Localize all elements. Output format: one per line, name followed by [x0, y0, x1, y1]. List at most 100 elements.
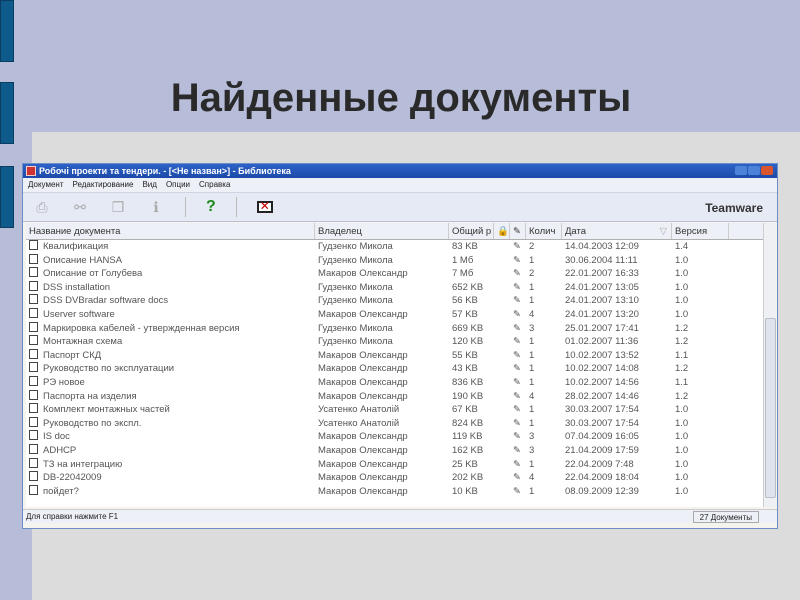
doc-count: 4 — [529, 308, 535, 320]
help-icon[interactable]: ? — [206, 198, 216, 216]
document-icon — [29, 457, 38, 468]
table-row[interactable]: ADHCP Макаров Олександр 162 KB ✎ 3 21.04… — [26, 443, 763, 458]
doc-size: 190 KB — [452, 390, 484, 402]
menu-document[interactable]: Документ — [28, 178, 64, 192]
menu-bar: Документ Редактирование Вид Опции Справк… — [23, 178, 777, 192]
table-row[interactable]: пойдет? Макаров Олександр 10 KB ✎ 1 08.0… — [26, 484, 763, 499]
table-row[interactable]: РЭ новое Макаров Олександр 836 KB ✎ 1 10… — [26, 375, 763, 390]
doc-count: 1 — [529, 281, 535, 293]
doc-name: Описание HANSA — [26, 253, 315, 268]
table-row[interactable]: Монтажная схема Гудзенко Микола 120 KB ✎… — [26, 335, 763, 349]
col-edit[interactable]: ✎ — [510, 223, 526, 239]
document-icon — [29, 321, 38, 332]
table-row[interactable]: Описание HANSA Гудзенко Микола 1 Мб ✎ 1 … — [26, 253, 763, 268]
decor-bar — [0, 0, 14, 62]
doc-name: пойдет? — [26, 484, 315, 499]
pen-icon: ✎ — [513, 336, 521, 348]
menu-options[interactable]: Опции — [166, 178, 190, 192]
col-size[interactable]: Общий р — [449, 223, 494, 239]
pen-icon: ✎ — [513, 485, 521, 497]
doc-date: 10.02.2007 14:56 — [565, 376, 639, 388]
doc-date: 30.03.2007 17:54 — [565, 404, 639, 416]
doc-owner: Макаров Олександр — [318, 458, 408, 470]
table-row[interactable]: Описание от Голубева Макаров Олександр 7… — [26, 267, 763, 281]
lock-icon: 🔒 — [497, 226, 509, 237]
pen-icon: ✎ — [513, 281, 521, 293]
doc-size: 56 KB — [452, 295, 478, 307]
table-row[interactable]: Комплект монтажных частей Усатенко Анато… — [26, 403, 763, 417]
table-row[interactable]: IS doc Макаров Олександр 119 KB ✎ 3 07.0… — [26, 430, 763, 444]
col-date[interactable]: Дата ▽ — [562, 223, 672, 239]
doc-count: 4 — [529, 390, 535, 402]
document-icon — [29, 389, 38, 400]
table-row[interactable]: ТЗ на интеграцию Макаров Олександр 25 KB… — [26, 457, 763, 472]
doc-owner: Макаров Олександр — [318, 444, 408, 456]
scroll-thumb[interactable] — [765, 318, 776, 498]
exit-icon[interactable] — [256, 199, 273, 213]
col-lock[interactable]: 🔒 — [494, 223, 510, 239]
table-row[interactable]: DB-22042009 Макаров Олександр 202 KB ✎ 4… — [26, 471, 763, 485]
close-window-button[interactable] — [761, 166, 773, 175]
doc-owner: Гудзенко Микола — [318, 336, 393, 348]
doc-owner: Макаров Олександр — [318, 431, 408, 443]
doc-name: Квалификация — [26, 240, 315, 254]
print-icon[interactable]: ⎙ — [33, 199, 51, 216]
doc-version: 1.0 — [675, 472, 689, 484]
doc-owner: Гудзенко Микола — [318, 295, 393, 307]
doc-version: 1.0 — [675, 444, 689, 456]
menu-edit[interactable]: Редактирование — [73, 178, 134, 192]
table-row[interactable]: Паспорта на изделия Макаров Олександр 19… — [26, 389, 763, 404]
table-row[interactable]: Руководство по экспл. Усатенко Анатолій … — [26, 416, 763, 431]
col-count[interactable]: Колич — [526, 223, 562, 239]
title-bar: Робочі проекти та тендери. - [<Не назван… — [23, 164, 777, 178]
doc-date: 01.02.2007 11:36 — [565, 336, 639, 348]
document-icon — [29, 471, 38, 482]
table-row[interactable]: Userver software Макаров Олександр 57 KB… — [26, 307, 763, 322]
doc-size: 836 KB — [452, 376, 484, 388]
info-icon[interactable]: ℹ — [147, 199, 165, 216]
table-row[interactable]: Руководство по эксплуатации Макаров Олек… — [26, 362, 763, 376]
pen-icon: ✎ — [513, 431, 521, 443]
document-icon — [29, 362, 38, 373]
doc-version: 1.0 — [675, 254, 689, 266]
doc-date: 30.06.2004 11:11 — [565, 254, 638, 266]
doc-version: 1.0 — [675, 485, 689, 497]
doc-owner: Гудзенко Микола — [318, 322, 393, 334]
col-name[interactable]: Название документа — [26, 223, 315, 239]
col-version[interactable]: Версия — [672, 223, 729, 239]
doc-size: 55 KB — [452, 349, 478, 361]
documents-table: Название документа Владелец Общий р 🔒 ✎ … — [26, 223, 763, 507]
lock-cell — [494, 430, 510, 444]
table-row[interactable]: Паспорт СКД Макаров Олександр 55 KB ✎ 1 … — [26, 348, 763, 363]
table-row[interactable]: DSS DVBradar software docs Гудзенко Мико… — [26, 294, 763, 308]
doc-date: 08.09.2009 12:39 — [565, 485, 639, 497]
table-header: Название документа Владелец Общий р 🔒 ✎ … — [26, 223, 763, 240]
doc-version: 1.0 — [675, 417, 689, 429]
link-icon[interactable]: ⚯ — [71, 199, 89, 216]
table-row[interactable]: Маркировка кабелей - утвержденная версия… — [26, 321, 763, 336]
col-owner[interactable]: Владелец — [315, 223, 449, 239]
doc-date: 30.03.2007 17:54 — [565, 417, 639, 429]
doc-name: Маркировка кабелей - утвержденная версия — [26, 321, 315, 336]
table-row[interactable]: Квалификация Гудзенко Микола 83 KB ✎ 2 1… — [26, 240, 763, 254]
doc-owner: Усатенко Анатолій — [318, 404, 400, 416]
maximize-button[interactable] — [748, 166, 760, 175]
vertical-scrollbar[interactable] — [763, 223, 776, 507]
doc-name: DB-22042009 — [26, 471, 315, 485]
lock-cell — [494, 403, 510, 417]
document-icon — [29, 348, 38, 359]
menu-view[interactable]: Вид — [142, 178, 156, 192]
copy-icon[interactable]: ❐ — [109, 199, 127, 216]
table-row[interactable]: DSS installation Гудзенко Микола 652 KB … — [26, 280, 763, 295]
window-title: Робочі проекти та тендери. - [<Не назван… — [39, 166, 291, 176]
doc-owner: Гудзенко Микола — [318, 281, 393, 293]
minimize-button[interactable] — [735, 166, 747, 175]
doc-owner: Макаров Олександр — [318, 485, 408, 497]
doc-version: 1.0 — [675, 308, 689, 320]
lock-cell — [494, 485, 510, 499]
doc-name: ТЗ на интеграцию — [26, 457, 315, 472]
doc-size: 83 KB — [452, 241, 478, 252]
pen-icon: ✎ — [513, 404, 521, 416]
menu-help[interactable]: Справка — [199, 178, 230, 192]
pen-icon: ✎ — [513, 458, 521, 470]
